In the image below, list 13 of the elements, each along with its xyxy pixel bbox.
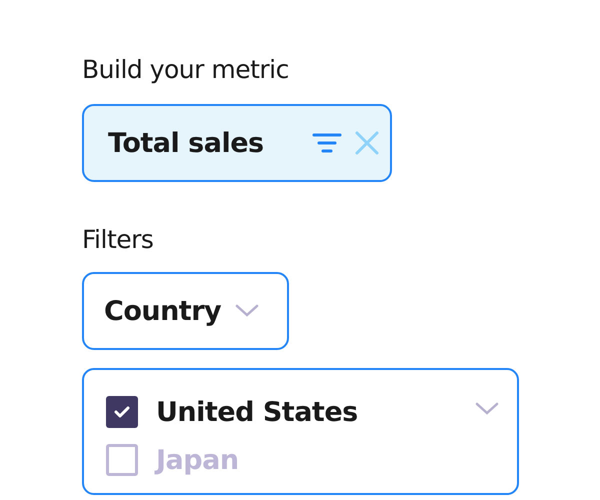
option-label: United States bbox=[156, 396, 358, 428]
option-label: Japan bbox=[156, 444, 239, 476]
section-label: Build your metric bbox=[82, 54, 289, 86]
country-dropdown[interactable]: Country bbox=[82, 272, 289, 350]
filter-icon[interactable] bbox=[312, 131, 342, 155]
check-icon bbox=[114, 405, 130, 419]
checkbox[interactable] bbox=[106, 396, 138, 428]
metric-chip[interactable]: Total sales bbox=[82, 104, 392, 182]
metric-name: Total sales bbox=[108, 128, 265, 158]
checkbox[interactable] bbox=[106, 444, 138, 476]
chevron-down-icon bbox=[475, 402, 499, 416]
section-label: Filters bbox=[82, 224, 154, 256]
chevron-down-icon bbox=[235, 304, 260, 318]
